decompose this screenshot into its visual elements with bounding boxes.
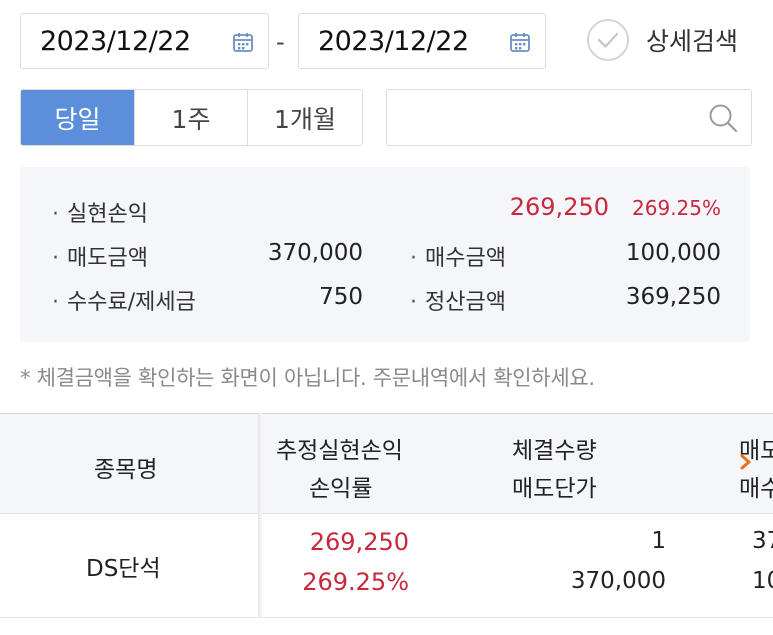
date-range-separator: - — [276, 28, 285, 56]
header-buy-amount-partial: 매수 — [739, 476, 773, 502]
end-date-field[interactable]: 2023/12/22 — [298, 13, 546, 69]
header-sell-price: 매도단가 — [512, 476, 597, 502]
row-stock-name: DS단석 — [86, 556, 161, 582]
row-sell-amount-partial: 37 — [752, 528, 773, 554]
tab-1-month[interactable]: 1개월 — [248, 90, 362, 145]
calendar-icon[interactable] — [509, 31, 531, 53]
header-exec-qty: 체결수량 — [512, 438, 597, 464]
header-pl-rate: 손익률 — [309, 476, 373, 502]
fee-tax-label: · 수수료/제세금 — [52, 290, 196, 315]
header-stock-name: 종목명 — [94, 457, 158, 483]
notice-text: * 체결금액을 확인하는 화면이 아닙니다. 주문내역에서 확인하세요. — [20, 366, 595, 390]
realized-pl-rate: 269.25% — [632, 196, 721, 220]
chevron-right-icon[interactable] — [739, 453, 753, 471]
table-header: 종목명 추정실현손익 손익률 체결수량 매도단가 매도 매수 — [0, 413, 773, 514]
buy-amount-label: · 매수금액 — [410, 246, 506, 271]
detail-search-label: 상세검색 — [646, 27, 739, 56]
sell-amount-label: · 매도금액 — [52, 246, 148, 271]
period-selector: 당일 1주 1개월 — [20, 89, 363, 146]
calendar-icon[interactable] — [232, 31, 254, 53]
tab-today[interactable]: 당일 — [21, 90, 135, 145]
start-date-value: 2023/12/22 — [40, 25, 191, 57]
end-date-value: 2023/12/22 — [318, 25, 469, 57]
fee-tax-value: 750 — [319, 284, 363, 310]
column-divider — [258, 413, 262, 618]
tab-1-week[interactable]: 1주 — [135, 90, 248, 145]
row-estimated-pl: 269,250 — [309, 528, 409, 556]
realized-pl-value: 269,250 — [509, 193, 609, 221]
detail-search-toggle[interactable]: 상세검색 — [586, 18, 738, 62]
row-pl-rate: 269.25% — [302, 568, 409, 596]
table-row[interactable]: DS단석 269,250 269.25% 1 370,000 37 10 — [0, 514, 773, 618]
settlement-label: · 정산금액 — [410, 290, 506, 315]
search-icon[interactable] — [707, 102, 739, 134]
settlement-value: 369,250 — [625, 284, 721, 310]
check-circle-icon — [587, 19, 629, 61]
row-buy-amount-partial: 10 — [752, 568, 773, 594]
buy-amount-value: 100,000 — [625, 240, 721, 266]
header-estimated-pl: 추정실현손익 — [276, 438, 403, 464]
sell-amount-value: 370,000 — [267, 240, 363, 266]
summary-panel: · 실현손익 269,250 269.25% · 매도금액 370,000 · 매수금… — [20, 167, 750, 342]
start-date-field[interactable]: 2023/12/22 — [20, 13, 269, 69]
search-box — [386, 89, 752, 146]
row-sell-price: 370,000 — [570, 568, 666, 594]
realized-pl-label: · 실현손익 — [52, 202, 148, 227]
search-input[interactable] — [401, 90, 701, 144]
row-exec-qty: 1 — [651, 528, 666, 554]
